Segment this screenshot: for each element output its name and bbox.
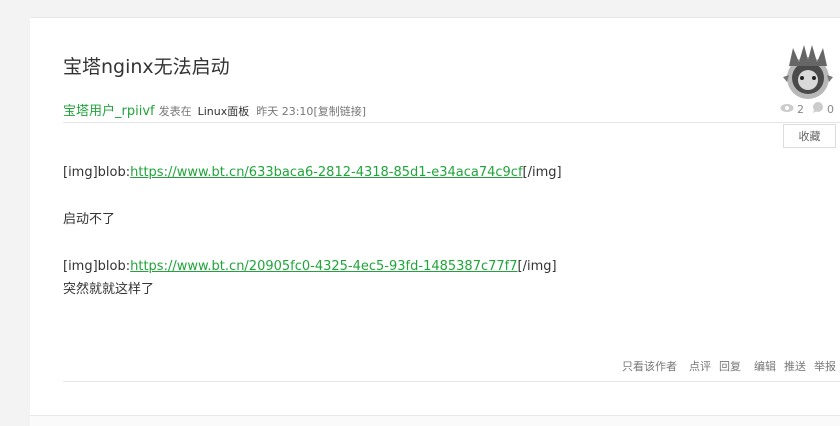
eye-icon xyxy=(780,103,794,116)
favorite-button[interactable]: 收藏 xyxy=(783,124,836,148)
image-link[interactable]: https://www.bt.cn/20905fc0-4325-4ec5-93f… xyxy=(130,259,517,274)
comment-button[interactable]: 点评 xyxy=(689,358,711,374)
content-line: [img]blob:https://www.bt.cn/20905fc0-432… xyxy=(63,255,557,278)
divider xyxy=(63,122,840,123)
forum-link[interactable]: Linux面板 xyxy=(198,103,250,119)
img-tag-close: [/img] xyxy=(517,259,557,274)
reply-button[interactable]: 回复 xyxy=(719,358,741,374)
replies-count: 0 xyxy=(827,102,834,116)
img-tag-close: [/img] xyxy=(522,165,562,180)
content-line: 启动不了 xyxy=(63,212,116,227)
author-avatar[interactable] xyxy=(782,40,834,100)
post-meta: 宝塔用户_rpiivf 发表在 Linux面板 昨天 23:10 [复制链接] xyxy=(63,100,366,119)
post-title: 宝塔nginx无法启动 xyxy=(63,56,230,78)
report-button[interactable]: 举报 xyxy=(814,358,836,374)
comment-bubble-icon xyxy=(812,102,824,116)
img-tag-open: [img]blob: xyxy=(63,165,131,180)
edit-button[interactable]: 编辑 xyxy=(754,358,776,374)
post-time: 昨天 23:10 xyxy=(256,105,314,118)
img-tag-open: [img]blob: xyxy=(63,259,131,274)
post-actions: 只看该作者 点评 回复 编辑 推送 举报 xyxy=(622,358,836,374)
divider xyxy=(63,381,840,382)
next-post-strip xyxy=(30,415,840,426)
content-line: 突然就就这样了 xyxy=(63,282,155,297)
push-button[interactable]: 推送 xyxy=(784,358,806,374)
views-count: 2 xyxy=(797,102,804,116)
post-stats: 2 0 xyxy=(780,102,834,116)
author-link[interactable]: 宝塔用户_rpiivf xyxy=(63,100,155,119)
post-card: 宝塔nginx无法启动 宝塔用户_rpiivf 发表在 Linux面板 昨天 2… xyxy=(30,17,840,415)
posted-in-label: 发表在 xyxy=(158,105,192,118)
content-line: [img]blob:https://www.bt.cn/633baca6-281… xyxy=(63,161,562,184)
copy-link-button[interactable]: [复制链接] xyxy=(313,103,366,119)
image-link[interactable]: https://www.bt.cn/633baca6-2812-4318-85d… xyxy=(130,165,522,180)
only-author-button[interactable]: 只看该作者 xyxy=(622,358,677,374)
